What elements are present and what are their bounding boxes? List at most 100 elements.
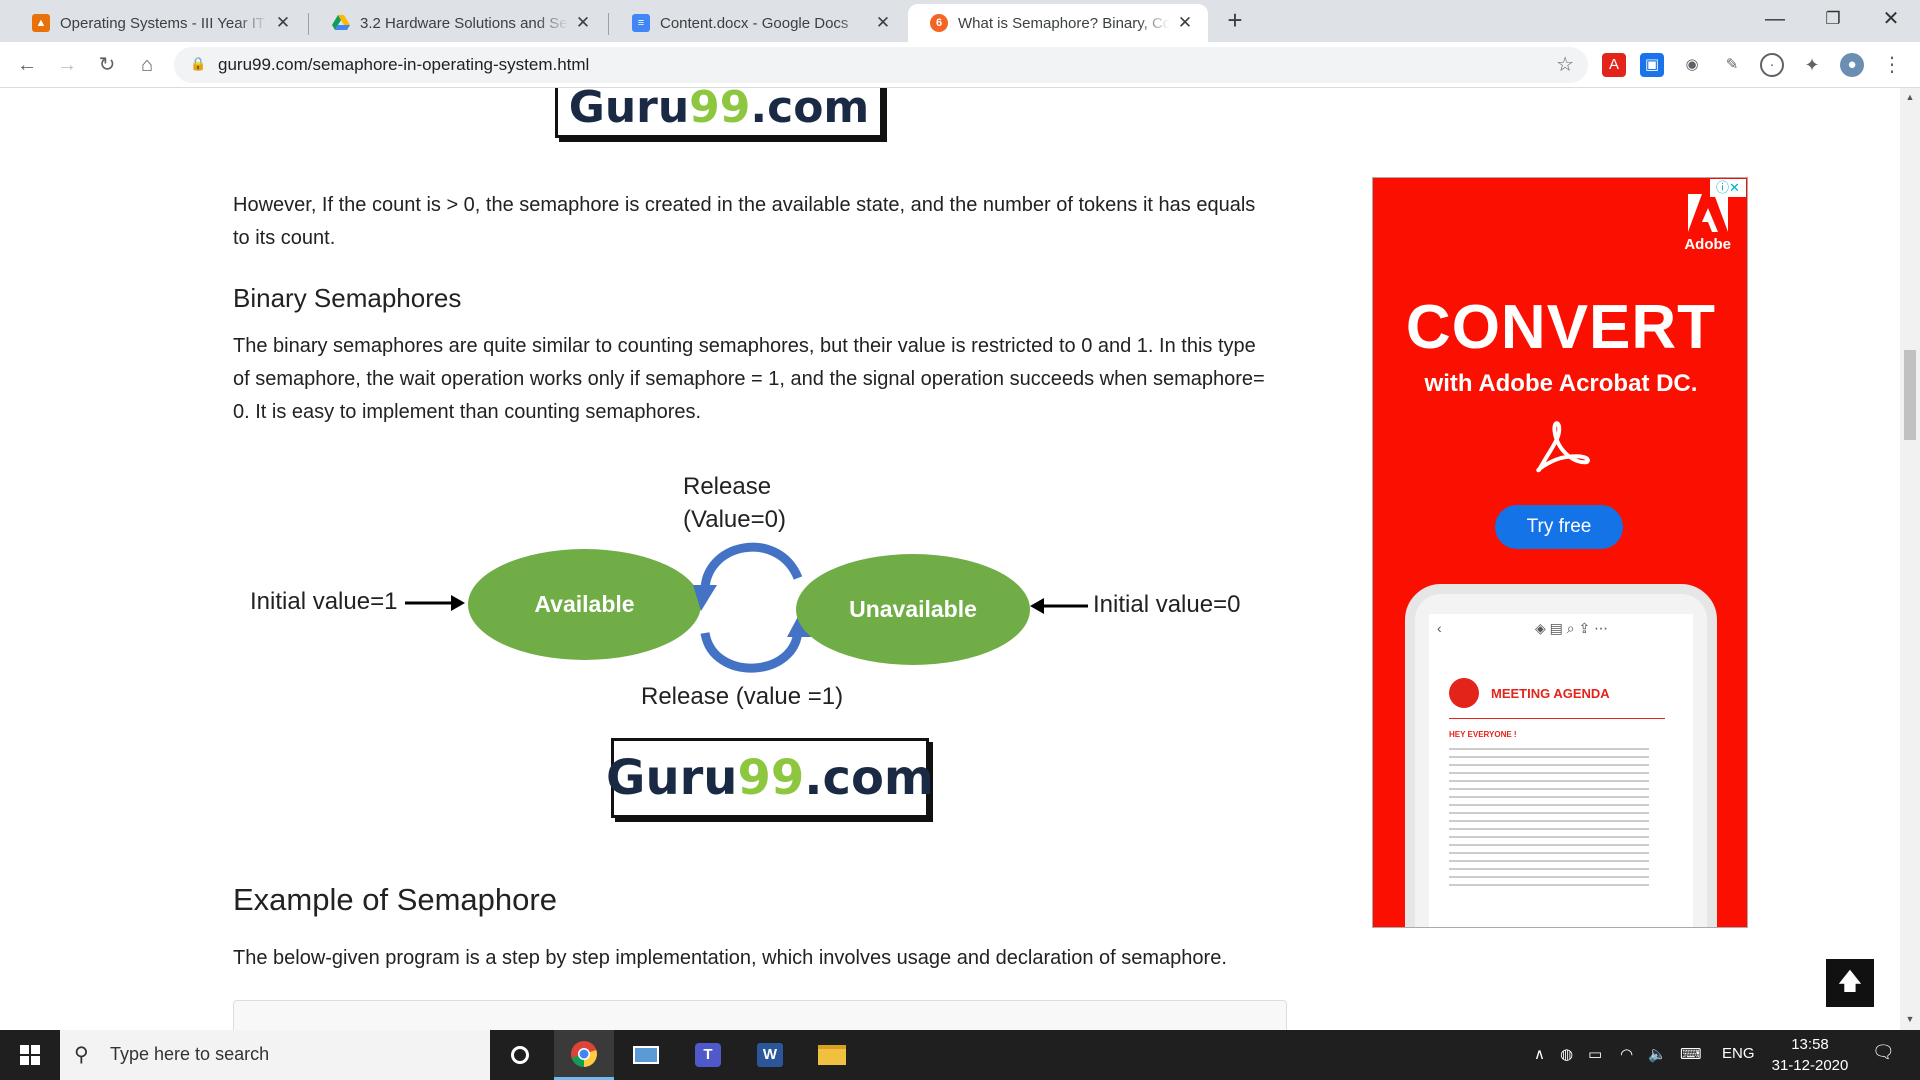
- tab-title: 3.2 Hardware Solutions and Sem: [360, 14, 568, 32]
- tab-separator: [608, 13, 609, 35]
- windows-start-icon[interactable]: [0, 1030, 60, 1080]
- scroll-thumb[interactable]: [1904, 350, 1916, 440]
- logo-number: 99: [737, 750, 805, 806]
- tab-title: Operating Systems - III Year IT (B: [60, 14, 268, 32]
- logo-number: 99: [689, 88, 751, 133]
- tab-google-docs[interactable]: ≡ Content.docx - Google Docs ✕: [610, 4, 906, 42]
- minimize-button[interactable]: —: [1746, 0, 1804, 38]
- paragraph-binary-semaphores: The binary semaphores are quite similar …: [233, 335, 1265, 423]
- volume-icon[interactable]: 🔈: [1648, 1045, 1667, 1063]
- chrome-taskbar-icon[interactable]: [554, 1030, 614, 1080]
- available-label: Available: [534, 591, 635, 617]
- release-label-top: Release: [683, 473, 772, 500]
- tab-hardware-solutions[interactable]: 3.2 Hardware Solutions and Sem ✕: [310, 4, 606, 42]
- acrobat-icon: [1536, 421, 1590, 473]
- try-free-button[interactable]: Try free: [1495, 505, 1623, 549]
- ad-subtitle: with Adobe Acrobat DC.: [1424, 370, 1698, 397]
- file-explorer-icon[interactable]: [802, 1030, 862, 1080]
- reload-button[interactable]: ↻: [92, 50, 122, 80]
- url-text: guru99.com/semaphore-in-operating-system…: [218, 55, 590, 74]
- wifi-icon[interactable]: ◠: [1620, 1045, 1633, 1063]
- taskbar-clock[interactable]: 13:58 31-12-2020: [1760, 1034, 1860, 1076]
- unavailable-label: Unavailable: [849, 596, 977, 622]
- release-label-bottom: Release (value =1): [641, 683, 844, 710]
- taskbar-search-box[interactable]: ⚲ Type here to search: [60, 1030, 490, 1080]
- cortana-icon[interactable]: [490, 1030, 550, 1080]
- unavailable-state: Unavailable: [796, 554, 1030, 665]
- available-state: Available: [468, 549, 701, 660]
- scroll-down-arrow[interactable]: ▼: [1904, 1014, 1916, 1024]
- page-scrollbar[interactable]: ▲ ▼: [1900, 88, 1920, 1030]
- restore-button[interactable]: ❐: [1804, 0, 1862, 38]
- guru99-favicon-icon: 6: [930, 14, 948, 32]
- language-indicator[interactable]: ENG: [1722, 1045, 1755, 1062]
- paragraph-example: The below-given program is a step by ste…: [233, 947, 1227, 969]
- logo-text: Guru: [606, 750, 738, 806]
- puzzle-extensions-icon[interactable]: ✦: [1800, 53, 1824, 77]
- doc-title: MEETING AGENDA: [1491, 686, 1610, 701]
- tab-strip: ▲ Operating Systems - III Year IT (B ✕ 3…: [0, 0, 1920, 42]
- browser-toolbar: ← → ↻ ⌂ 🔒 guru99.com/semaphore-in-operat…: [0, 42, 1920, 88]
- tab-operating-systems[interactable]: ▲ Operating Systems - III Year IT (B ✕: [10, 4, 306, 42]
- eyedropper-extension-icon[interactable]: ✎: [1720, 53, 1744, 77]
- screen-extension-icon[interactable]: ▣: [1640, 53, 1664, 77]
- tray-app-icon[interactable]: ◍: [1560, 1045, 1573, 1063]
- adobe-advertisement[interactable]: ⓘ✕ Adobe CONVERT with Adobe Acrobat DC. …: [1372, 177, 1748, 928]
- code-block: [233, 1000, 1287, 1030]
- teams-icon[interactable]: T: [678, 1030, 738, 1080]
- google-docs-icon: ≡: [632, 14, 650, 32]
- tray-chevron-icon[interactable]: ∧: [1534, 1045, 1545, 1063]
- classroom-icon: ▲: [32, 14, 50, 32]
- profile-avatar[interactable]: ●: [1840, 53, 1864, 77]
- acrobat-extension-icon[interactable]: A: [1602, 53, 1626, 77]
- home-button[interactable]: ⌂: [132, 50, 162, 80]
- phone-toolbar: ‹ ◈ ▤ ⌕ ⇪ ⋯: [1437, 620, 1609, 636]
- adobe-brand-text: Adobe: [1684, 236, 1731, 253]
- guru99-logo-diagram: Guru 99 .com: [606, 738, 934, 818]
- logo-text: Guru: [568, 88, 690, 133]
- tab-semaphore[interactable]: 6 What is Semaphore? Binary, Cou ✕: [908, 4, 1208, 42]
- close-tab-icon[interactable]: ✕: [574, 13, 592, 33]
- doc-greeting: HEY EVERYONE !: [1449, 730, 1517, 739]
- close-tab-icon[interactable]: ✕: [274, 13, 292, 33]
- arrow-right-icon: [405, 595, 465, 611]
- keyboard-icon[interactable]: ⌨: [1680, 1045, 1702, 1063]
- scroll-to-top-button[interactable]: 🡅: [1826, 959, 1874, 1007]
- word-icon[interactable]: W: [740, 1030, 800, 1080]
- extension-circle-icon[interactable]: ·: [1760, 53, 1784, 77]
- new-tab-button[interactable]: +: [1220, 5, 1250, 36]
- tab-title: What is Semaphore? Binary, Cou: [958, 14, 1170, 32]
- clock-time: 13:58: [1791, 1036, 1829, 1053]
- tab-separator: [308, 13, 309, 35]
- close-tab-icon[interactable]: ✕: [874, 13, 892, 33]
- close-window-button[interactable]: ✕: [1862, 0, 1920, 38]
- page-content: Guru 99 .com However, If the count is > 0,…: [0, 88, 1900, 1030]
- scroll-up-arrow[interactable]: ▲: [1904, 92, 1916, 102]
- camera-extension-icon[interactable]: ◉: [1680, 53, 1704, 77]
- menu-kebab-icon[interactable]: ⋮: [1880, 53, 1904, 77]
- search-icon: ⚲: [74, 1044, 89, 1066]
- guru99-logo-top: Guru 99 .com: [555, 88, 883, 138]
- arrow-left-icon: [1030, 598, 1088, 614]
- binary-semaphore-diagram: Release (Value=0) Initial value=1 Availa…: [233, 473, 1273, 863]
- logo-domain: .com: [804, 750, 934, 806]
- address-bar[interactable]: 🔒 guru99.com/semaphore-in-operating-syst…: [174, 47, 1588, 83]
- notifications-icon[interactable]: 🗨: [1872, 1042, 1895, 1063]
- initial-value-left-label: Initial value=1: [250, 588, 398, 615]
- initial-value-right-label: Initial value=0: [1093, 591, 1241, 618]
- phone-mockup: ‹ ◈ ▤ ⌕ ⇪ ⋯ MEETING AGENDA HEY EVERYONE …: [1405, 584, 1717, 927]
- adobe-logo: Adobe: [1684, 194, 1731, 253]
- example-heading: Example of Semaphore: [233, 882, 557, 917]
- adobe-a-icon: [1687, 194, 1728, 232]
- back-button[interactable]: ←: [12, 50, 42, 80]
- ad-title: CONVERT: [1405, 293, 1717, 362]
- snipping-tool-icon[interactable]: [616, 1030, 676, 1080]
- battery-icon[interactable]: ▭: [1588, 1045, 1602, 1063]
- doc-body-lines: [1449, 748, 1649, 888]
- lock-icon: 🔒: [190, 56, 207, 71]
- forward-button[interactable]: →: [52, 50, 82, 80]
- bookmark-star-icon[interactable]: ☆: [1556, 52, 1574, 77]
- logo-domain: .com: [750, 88, 870, 133]
- close-tab-icon[interactable]: ✕: [1176, 13, 1194, 33]
- release-value-label-top: (Value=0): [683, 506, 786, 533]
